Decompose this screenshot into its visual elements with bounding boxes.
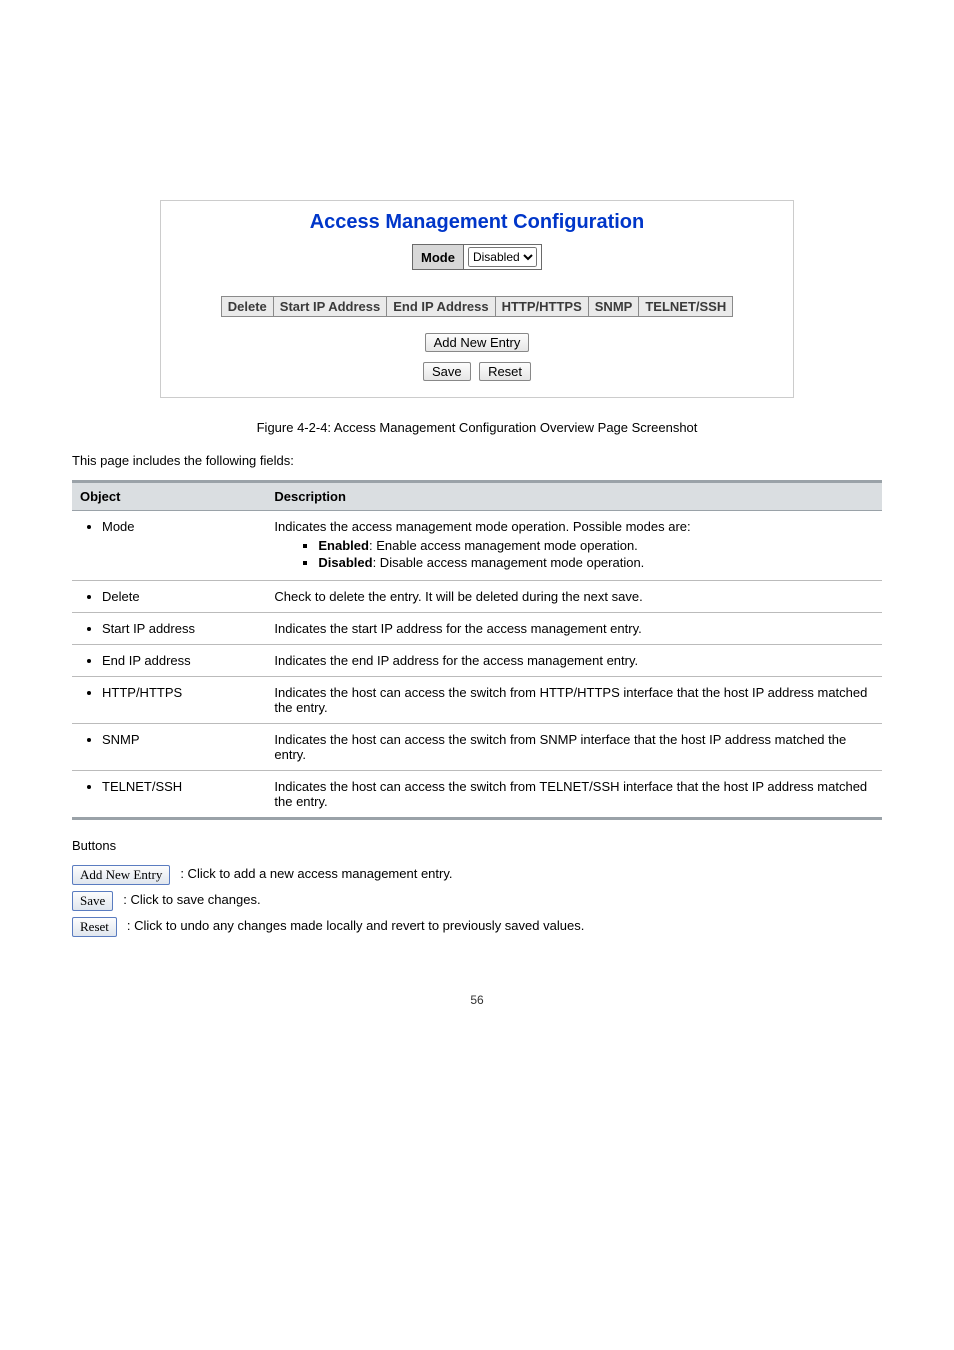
doc-add-new-entry-button[interactable]: Add New Entry [72,865,170,885]
table-cell: Check to delete the entry. It will be de… [266,581,882,613]
table-cell: Start IP address [72,613,266,645]
table-cell: HTTP/HTTPS [72,677,266,724]
mode-select[interactable]: Disabled Enabled [468,247,537,267]
entries-table: Delete Start IP Address End IP Address H… [221,296,733,317]
table-cell: SNMP [72,724,266,771]
figure-caption: Figure 4-2-4: Access Management Configur… [60,420,894,435]
table-cell: Indicates the host can access the switch… [266,677,882,724]
doc-save-button[interactable]: Save [72,891,113,911]
th-description: Description [266,482,882,511]
buttons-heading: Buttons [60,838,894,853]
table-cell: Indicates the host can access the switch… [266,771,882,819]
buttons-list: Add New Entry : Click to add a new acces… [60,865,894,937]
intro-text: This page includes the following fields: [60,453,894,468]
mode-label: Mode [413,245,464,270]
mode-table: Mode Disabled Enabled [412,244,542,270]
th-object: Object [72,482,266,511]
table-cell: Indicates the host can access the switch… [266,724,882,771]
list-item: Add New Entry : Click to add a new acces… [72,865,882,885]
table-cell: Delete [72,581,266,613]
col-http: HTTP/HTTPS [495,297,588,317]
table-cell: End IP address [72,645,266,677]
table-cell: Mode [72,511,266,581]
description-table: Object Description Mode Indicates the ac… [72,480,882,820]
config-panel: Access Management Configuration Mode Dis… [160,200,794,398]
panel-title: Access Management Configuration [173,211,781,234]
col-delete: Delete [221,297,273,317]
doc-reset-button[interactable]: Reset [72,917,117,937]
col-telnet: TELNET/SSH [639,297,733,317]
col-end-ip: End IP Address [387,297,495,317]
table-cell: TELNET/SSH [72,771,266,819]
save-button[interactable]: Save [423,362,471,381]
list-item: Reset : Click to undo any changes made l… [72,917,882,937]
col-start-ip: Start IP Address [273,297,386,317]
table-cell: Indicates the end IP address for the acc… [266,645,882,677]
list-item: Save : Click to save changes. [72,891,882,911]
page-number: 56 [60,943,894,1007]
table-cell: Indicates the start IP address for the a… [266,613,882,645]
col-snmp: SNMP [588,297,639,317]
table-cell: Indicates the access management mode ope… [266,511,882,581]
add-new-entry-button[interactable]: Add New Entry [425,333,530,352]
reset-button[interactable]: Reset [479,362,531,381]
